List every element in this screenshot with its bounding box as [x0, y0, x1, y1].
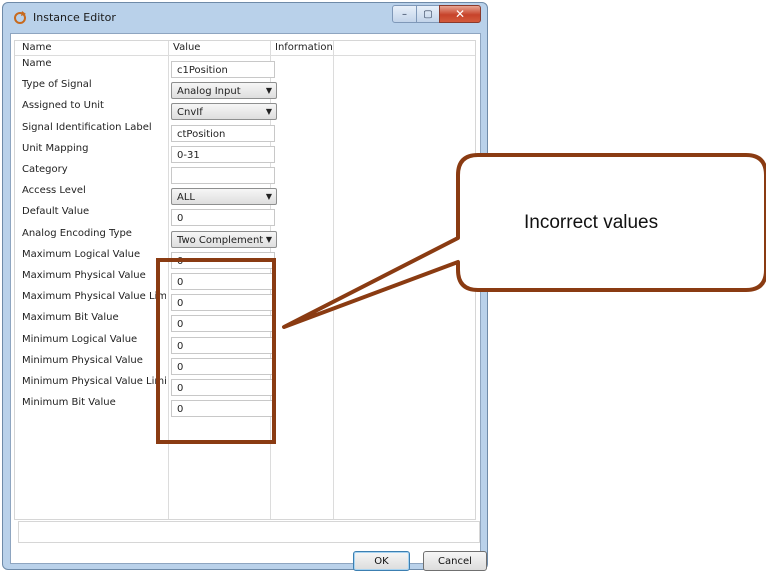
property-row[interactable]: Analog Encoding Type Two Complement ▼: [15, 227, 475, 249]
property-label: Type of Signal: [22, 79, 92, 91]
property-label: Signal Identification Label: [22, 121, 152, 133]
property-value: Two Complement: [177, 234, 264, 246]
column-header-value[interactable]: Value: [173, 42, 200, 53]
property-row[interactable]: Default Value 0: [15, 205, 475, 227]
dropdown-arrow-icon: ▼: [265, 234, 272, 244]
property-value: c1Position: [177, 65, 228, 76]
minimize-icon: –: [402, 8, 407, 20]
property-label: Category: [22, 164, 68, 175]
cancel-button[interactable]: Cancel: [423, 551, 487, 571]
property-dropdown[interactable]: Two Complement ▼: [171, 230, 277, 248]
maximize-button[interactable]: ▢: [416, 5, 440, 23]
property-row[interactable]: Signal Identification Label ctPosition: [15, 121, 475, 143]
property-row[interactable]: Assigned to Unit CnvIf ▼: [15, 99, 475, 121]
maximize-icon: ▢: [423, 8, 433, 20]
property-value: CnvIf: [177, 107, 203, 119]
property-label: Assigned to Unit: [22, 100, 104, 112]
property-label: Default Value: [22, 206, 90, 218]
app-refresh-icon: [14, 11, 26, 24]
column-header-name[interactable]: Name: [22, 42, 52, 53]
dropdown-arrow-icon: ▼: [265, 192, 272, 202]
window-title: Instance Editor: [33, 11, 116, 24]
property-label: Maximum Physical Value: [22, 270, 146, 281]
property-label: Maximum Bit Value: [22, 312, 119, 324]
property-row[interactable]: Name c1Position: [15, 57, 475, 79]
property-value: Analog Input: [177, 86, 241, 98]
property-input[interactable]: 0-31: [171, 145, 275, 163]
property-value: ctPosition: [177, 128, 226, 140]
property-value: ALL: [177, 192, 195, 204]
header-divider: [15, 55, 475, 56]
property-label: Unit Mapping: [22, 142, 89, 154]
property-dropdown[interactable]: ALL ▼: [171, 188, 277, 206]
property-label: Name: [22, 58, 52, 69]
callout-text: Incorrect values: [524, 212, 659, 233]
close-button[interactable]: ✕: [439, 5, 481, 23]
property-label: Maximum Physical Value Limit: [22, 291, 166, 303]
property-label: Analog Encoding Type: [22, 227, 132, 239]
property-label: Minimum Physical Value Limit: [22, 376, 166, 387]
description-box: [18, 521, 480, 543]
property-label: Minimum Logical Value: [22, 333, 138, 345]
property-label: Access Level: [22, 185, 86, 197]
property-input[interactable]: 0: [171, 209, 275, 227]
property-input[interactable]: ctPosition: [171, 124, 275, 142]
close-icon: ✕: [454, 7, 466, 21]
incorrect-values-highlight: [156, 258, 276, 444]
property-dropdown[interactable]: Analog Input ▼: [171, 82, 277, 100]
dropdown-arrow-icon: ▼: [265, 86, 272, 96]
property-row[interactable]: Type of Signal Analog Input ▼: [15, 78, 475, 100]
property-row[interactable]: Category: [15, 163, 475, 185]
property-input[interactable]: c1Position: [171, 61, 275, 78]
property-value: 0: [177, 213, 184, 225]
property-row[interactable]: Access Level ALL ▼: [15, 184, 475, 206]
property-label: Minimum Bit Value: [22, 397, 116, 409]
dropdown-arrow-icon: ▼: [265, 107, 272, 117]
ok-button[interactable]: OK: [353, 551, 410, 571]
property-row[interactable]: Unit Mapping 0-31: [15, 142, 475, 164]
column-header-information[interactable]: Information: [275, 42, 333, 53]
property-value: 0-31: [177, 149, 200, 161]
property-input[interactable]: [171, 167, 275, 184]
minimize-button[interactable]: –: [392, 5, 417, 23]
property-label: Minimum Physical Value: [22, 354, 143, 366]
property-label: Maximum Logical Value: [22, 248, 141, 260]
property-dropdown[interactable]: CnvIf ▼: [171, 103, 277, 121]
title-bar[interactable]: Instance Editor – ▢ ✕: [3, 3, 487, 33]
